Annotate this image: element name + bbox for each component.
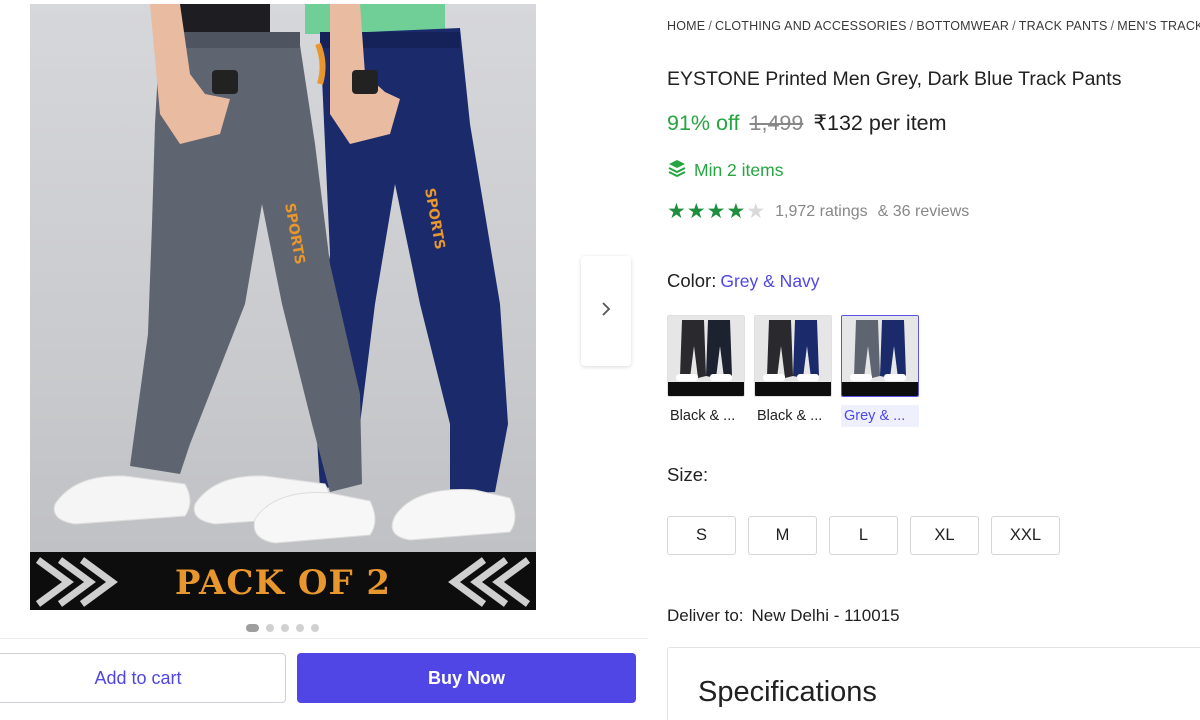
breadcrumb-track-pants[interactable]: TRACK PANTS	[1019, 19, 1108, 33]
star-filled-icon: ★	[667, 200, 686, 223]
add-to-cart-button[interactable]: Add to cart	[0, 653, 286, 703]
carousel-dot[interactable]	[311, 624, 319, 632]
size-option-xxl[interactable]: XXL	[991, 516, 1060, 555]
color-selector-header: Color: Grey & Navy	[667, 270, 820, 292]
swatch-label: Grey & ...	[841, 405, 919, 427]
size-option-xl[interactable]: XL	[910, 516, 979, 555]
track-pants-illustration: SPORTS SPORTS	[30, 4, 536, 610]
color-swatch[interactable]: Black & ...	[667, 315, 745, 427]
breadcrumb-separator: /	[909, 19, 914, 33]
swatch-thumbnail	[841, 315, 919, 397]
size-option-s[interactable]: S	[667, 516, 736, 555]
selected-color: Grey & Navy	[720, 271, 820, 291]
carousel-dot[interactable]	[281, 624, 289, 632]
star-filled-icon: ★	[726, 200, 746, 223]
product-details: HOME / CLOTHING AND ACCESSORIES / BOTTOMWEAR…	[667, 0, 1200, 720]
breadcrumb-separator: /	[1110, 19, 1115, 33]
swatch-thumbnail	[667, 315, 745, 397]
color-swatch-selected[interactable]: Grey & ...	[841, 315, 919, 427]
product-title: EYSTONE Printed Men Grey, Dark Blue Trac…	[667, 68, 1122, 90]
swatch-label: Black & ...	[670, 408, 736, 424]
size-option-l[interactable]: L	[829, 516, 898, 555]
ratings-count: 1,972 ratings	[775, 202, 868, 220]
size-label: Size:	[667, 464, 709, 485]
deliver-to-label: Deliver to:	[667, 606, 744, 625]
breadcrumb-bottomwear[interactable]: BOTTOMWEAR	[916, 19, 1009, 33]
min-items-badge: Min 2 items	[667, 158, 783, 183]
carousel-dots	[246, 624, 319, 632]
swatch-thumbnail	[754, 315, 832, 397]
star-filled-icon: ★	[706, 200, 726, 223]
rating-row[interactable]: ★ ★ ★ ★ ★ 1,972 ratings & 36 reviews	[667, 201, 969, 222]
color-label: Color:	[667, 270, 717, 291]
breadcrumb-separator: /	[1012, 19, 1016, 33]
delivery-location[interactable]: Deliver to: New Delhi - 110015	[667, 606, 900, 626]
breadcrumb-mens-track-pants[interactable]: MEN'S TRACK PANTS	[1117, 19, 1200, 33]
color-swatch[interactable]: Black & ...	[754, 315, 832, 427]
breadcrumb-home[interactable]: HOME	[667, 19, 705, 33]
color-swatches: Black & ... Black & ... Grey & ...	[667, 315, 919, 427]
size-options: S M L XL XXL	[667, 516, 1060, 555]
product-main-image[interactable]: SPORTS SPORTS PACK OF 2	[30, 4, 536, 610]
next-image-button[interactable]	[581, 256, 631, 366]
star-rating: ★ ★ ★ ★ ★	[667, 201, 765, 222]
star-empty-icon: ★	[746, 200, 766, 223]
specifications-title: Specifications	[698, 676, 877, 708]
buy-now-button[interactable]: Buy Now	[297, 653, 636, 703]
breadcrumb: HOME / CLOTHING AND ACCESSORIES / BOTTOMWEAR…	[667, 19, 1200, 33]
layers-icon	[667, 158, 687, 183]
carousel-dot[interactable]	[266, 624, 274, 632]
breadcrumb-separator: /	[708, 19, 712, 33]
chevron-right-icon	[600, 301, 612, 322]
reviews-count: & 36 reviews	[877, 202, 970, 220]
star-filled-icon: ★	[686, 200, 706, 223]
swatch-label: Black & ...	[757, 408, 823, 424]
delivery-address: New Delhi - 110015	[751, 606, 900, 625]
min-items-text: Min 2 items	[694, 160, 784, 180]
carousel-dot[interactable]	[296, 624, 304, 632]
price-row: 91% off 1,499 ₹132 per item	[667, 111, 947, 136]
original-price: 1,499	[749, 111, 804, 135]
carousel-dot-active[interactable]	[246, 624, 259, 632]
size-option-m[interactable]: M	[748, 516, 817, 555]
selling-price: ₹132 per item	[813, 111, 947, 135]
specifications-section: Specifications	[667, 647, 1200, 720]
purchase-action-bar: Add to cart Buy Now	[0, 638, 648, 720]
pack-of-2-banner: PACK OF 2	[174, 563, 392, 603]
discount-percent: 91% off	[667, 111, 740, 135]
breadcrumb-clothing[interactable]: CLOTHING AND ACCESSORIES	[715, 19, 907, 33]
